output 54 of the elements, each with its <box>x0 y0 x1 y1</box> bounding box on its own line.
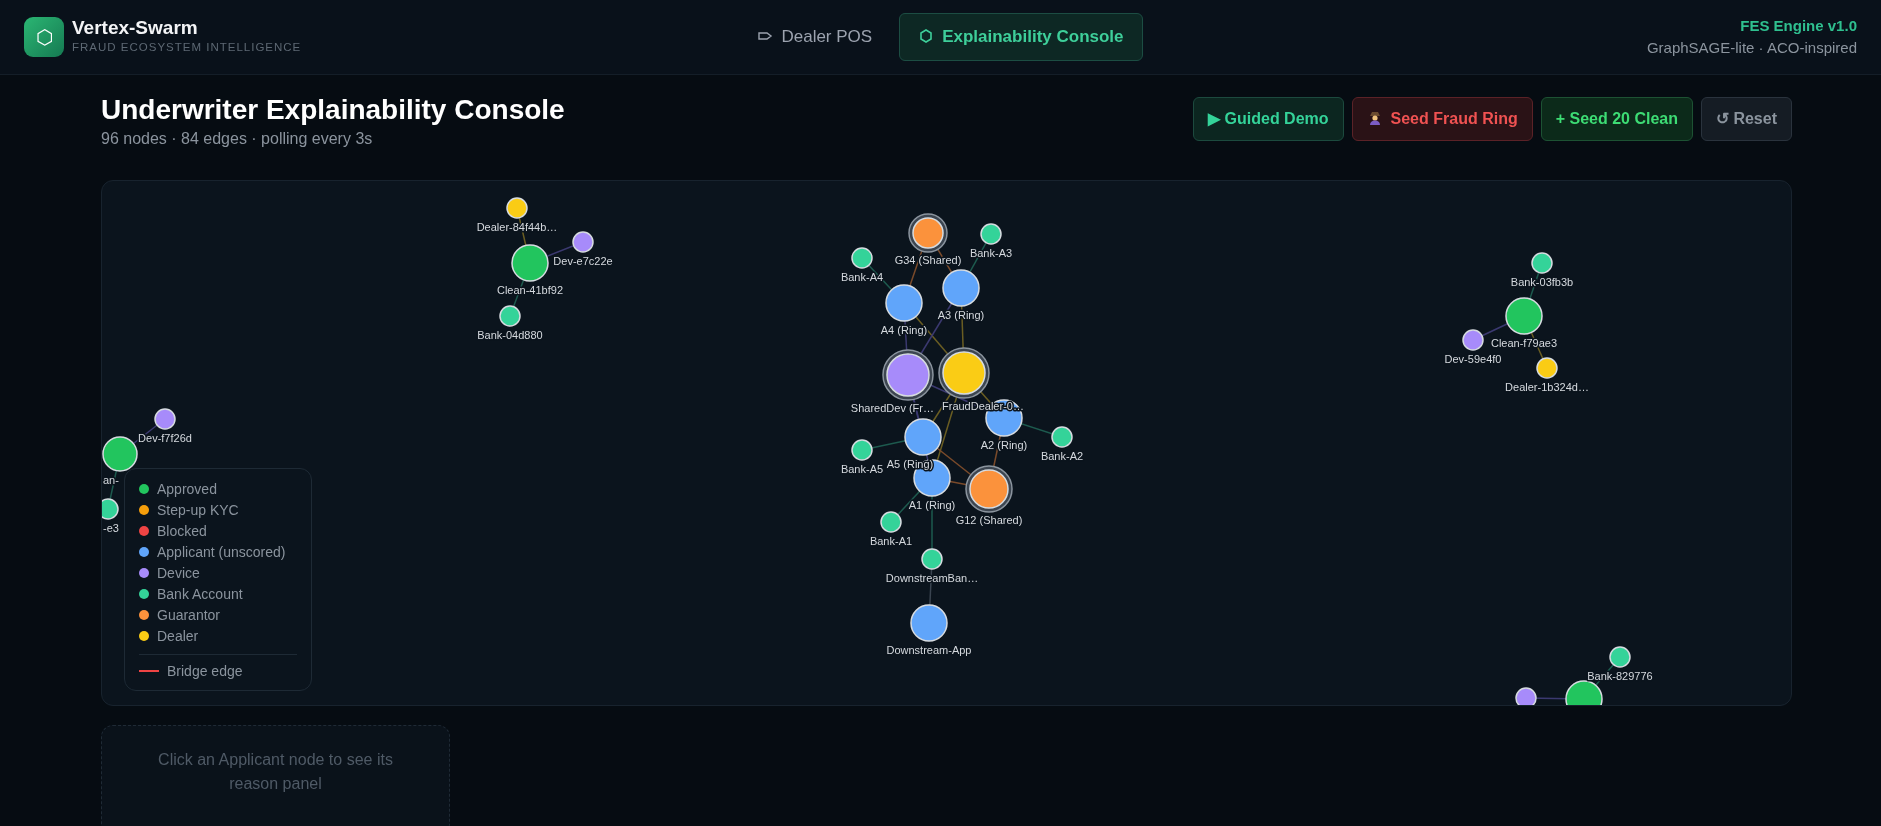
legend-label: Dealer <box>157 626 199 646</box>
action-button[interactable]: ▶ Guided Demo <box>1193 97 1344 141</box>
graph-node[interactable] <box>908 212 948 253</box>
nav-tab[interactable]: Explainability Console <box>899 13 1143 61</box>
node-label: G34 (Shared) <box>894 253 962 266</box>
graph-node[interactable] <box>882 348 934 401</box>
legend-label: Bridge edge <box>167 661 243 681</box>
node-label: Bank-04d880 <box>477 328 543 341</box>
legend-label: Guarantor <box>157 605 221 625</box>
legend-label: Blocked <box>157 521 207 541</box>
node-label: Bank-03fb3b <box>1510 275 1574 288</box>
action-button[interactable]: ↺ Reset <box>1700 97 1792 141</box>
node-label: Dev-f7f26d <box>138 431 192 444</box>
node-label: DownstreamBan… <box>885 571 979 584</box>
engine-detail: GraphSAGE-lite · ACO-inspired <box>1645 38 1857 58</box>
node-label: -e3 <box>103 521 119 534</box>
node-label: Dealer-84f44b… <box>476 220 558 233</box>
node-label: Dev-59e4f0 <box>1444 352 1502 365</box>
engine-name: FES Engine v1.0 <box>1739 15 1857 36</box>
app-subtitle: FRAUD ECOSYSTEM INTELLIGENCE <box>72 39 302 55</box>
node-label: Bank-A2 <box>1040 449 1084 462</box>
reason-hint: Click an Applicant node to see its reason panel <box>158 750 393 792</box>
graph-node[interactable] <box>938 346 990 399</box>
node-label: Bank-A4 <box>840 270 884 283</box>
legend-label: Device <box>157 563 200 583</box>
app-title: Vertex-Swarm <box>72 17 199 39</box>
node-label: Dealer-1b324d… <box>1505 380 1589 393</box>
action-button[interactable]: Seed Fraud Ring <box>1351 97 1533 141</box>
node-label: Dev-e7c22e <box>553 254 613 267</box>
node-label: A1 (Ring) <box>908 498 956 511</box>
action-button[interactable]: + Seed 20 Clean <box>1540 97 1693 141</box>
legend-label: Applicant (unscored) <box>157 542 286 562</box>
node-label: Bank-829776 <box>1587 669 1653 682</box>
node-label: Bank-A5 <box>840 462 884 475</box>
legend-label: Bank Account <box>157 584 243 604</box>
node-label: an- <box>103 473 119 486</box>
app-logo: ⬡ <box>24 17 64 57</box>
node-label: Clean-41bf92 <box>496 283 564 296</box>
graph-node[interactable] <box>965 464 1013 513</box>
nav-tab[interactable]: Dealer POS <box>738 13 892 61</box>
node-label: Downstream-App <box>886 643 972 656</box>
node-label: Bank-A1 <box>869 534 913 547</box>
graph-stats: 96 nodes · 84 edges · polling every 3s <box>101 128 374 149</box>
legend-label: Approved <box>157 479 217 499</box>
node-label: Clean-f79ae3 <box>1490 336 1558 349</box>
node-label: A4 (Ring) <box>880 323 928 336</box>
node-label: G12 (Shared) <box>955 513 1023 526</box>
page-title: Underwriter Explainability Console <box>101 93 565 127</box>
node-label: A2 (Ring) <box>980 438 1028 451</box>
hexagon-icon <box>918 28 935 45</box>
node-label: A3 (Ring) <box>937 308 985 321</box>
legend-label: Step-up KYC <box>157 500 239 520</box>
node-label: SharedDev (Fr… <box>850 401 934 414</box>
node-label: Bank-A3 <box>969 246 1013 259</box>
